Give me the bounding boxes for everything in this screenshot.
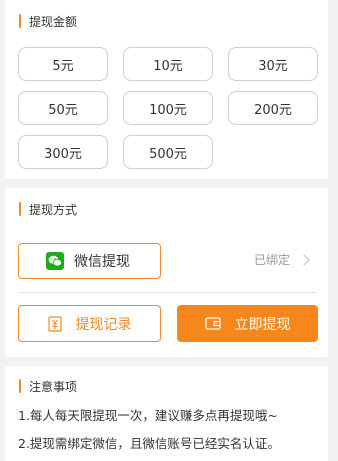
amount-option-30[interactable]: 30元: [228, 47, 318, 81]
notes-section-header: 注意事项: [19, 378, 77, 394]
section-accent-bar: [19, 379, 21, 393]
bind-status-text: 已绑定: [253, 253, 290, 267]
method-section-title: 提现方式: [29, 202, 78, 217]
method-section-header: 提现方式: [19, 201, 77, 217]
section-accent-bar: [19, 14, 21, 28]
bind-status[interactable]: 已绑定: [253, 251, 310, 268]
amount-option-200[interactable]: 200元: [228, 91, 318, 125]
notes-section-title: 注意事项: [29, 379, 78, 394]
method-card: 提现方式 微信提现 已绑定 提现记录 立即提现: [5, 188, 328, 357]
withdraw-record-label: 提现记录: [75, 316, 132, 333]
amount-option-5[interactable]: 5元: [18, 47, 108, 81]
wechat-withdraw-option[interactable]: 微信提现: [18, 243, 161, 279]
withdraw-now-label: 立即提现: [234, 316, 291, 333]
method-label: 微信提现: [74, 254, 130, 270]
amount-option-500[interactable]: 500元: [123, 135, 213, 169]
amount-option-300[interactable]: 300元: [18, 135, 108, 169]
note-item-1: 1.每人每天限提现一次，建议赚多点再提现哦~: [18, 408, 278, 423]
note-item-2: 2.提现需绑定微信，且微信账号已经实名认证。: [18, 436, 280, 451]
chevron-right-icon: [298, 253, 310, 266]
amount-section-title: 提现金额: [29, 14, 78, 29]
wallet-icon: [204, 317, 221, 330]
wechat-icon: [46, 252, 64, 270]
amount-option-10[interactable]: 10元: [123, 47, 213, 81]
divider: [18, 292, 317, 293]
section-accent-bar: [19, 202, 21, 216]
amount-section-header: 提现金额: [19, 13, 77, 29]
amount-card: 提现金额 5元 10元 30元 50元 100元 200元 300元 500元: [5, 0, 328, 179]
notes-card: 注意事项 1.每人每天限提现一次，建议赚多点再提现哦~ 2.提现需绑定微信，且微…: [5, 366, 328, 461]
withdraw-now-button[interactable]: 立即提现: [177, 305, 318, 342]
amount-option-50[interactable]: 50元: [18, 91, 108, 125]
receipt-icon: [47, 315, 62, 332]
amount-option-100[interactable]: 100元: [123, 91, 213, 125]
withdraw-record-button[interactable]: 提现记录: [18, 305, 161, 342]
